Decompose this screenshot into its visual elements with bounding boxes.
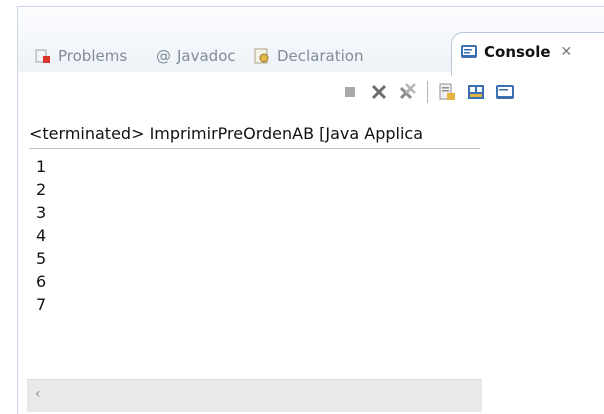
console-process-header: <terminated> ImprimirPreOrdenAB [Java Ap… [29,120,480,149]
scroll-lock-icon[interactable] [437,82,457,102]
console-icon [460,43,478,61]
show-console-icon[interactable] [466,82,486,102]
console-output: 1 2 3 4 5 6 7 [36,155,436,316]
tab-label: Console [484,43,551,61]
terminate-icon[interactable] [340,82,360,102]
remove-launch-icon[interactable] [369,82,389,102]
declaration-icon [253,47,271,65]
console-toolbar [340,79,515,105]
toolbar-separator [427,81,428,103]
tab-label: Javadoc [177,47,236,65]
tab-label: Problems [58,47,128,65]
panel-border [17,6,604,7]
tab-console[interactable]: Console ✕ [451,32,604,76]
console-line: 6 [36,272,47,291]
console-line: 1 [36,157,47,176]
javadoc-icon: @ [156,47,171,65]
display-selected-console-icon[interactable] [495,82,515,102]
close-icon[interactable]: ✕ [561,44,573,60]
horizontal-scrollbar[interactable]: ‹ [27,379,482,412]
console-line: 2 [36,180,47,199]
tab-declaration[interactable]: Declaration [253,44,363,68]
scroll-left-icon[interactable]: ‹ [35,386,41,402]
problems-icon [34,47,52,65]
remove-all-terminated-icon[interactable] [398,82,418,102]
console-line: 7 [36,295,47,314]
tab-javadoc[interactable]: @ Javadoc [156,44,236,68]
view-tab-bar: Problems @ Javadoc Declaration Console ✕ [18,8,604,76]
console-line: 5 [36,249,47,268]
console-line: 3 [36,203,47,222]
tab-problems[interactable]: Problems [34,44,127,68]
tab-label: Declaration [277,47,364,65]
console-line: 4 [36,226,47,245]
